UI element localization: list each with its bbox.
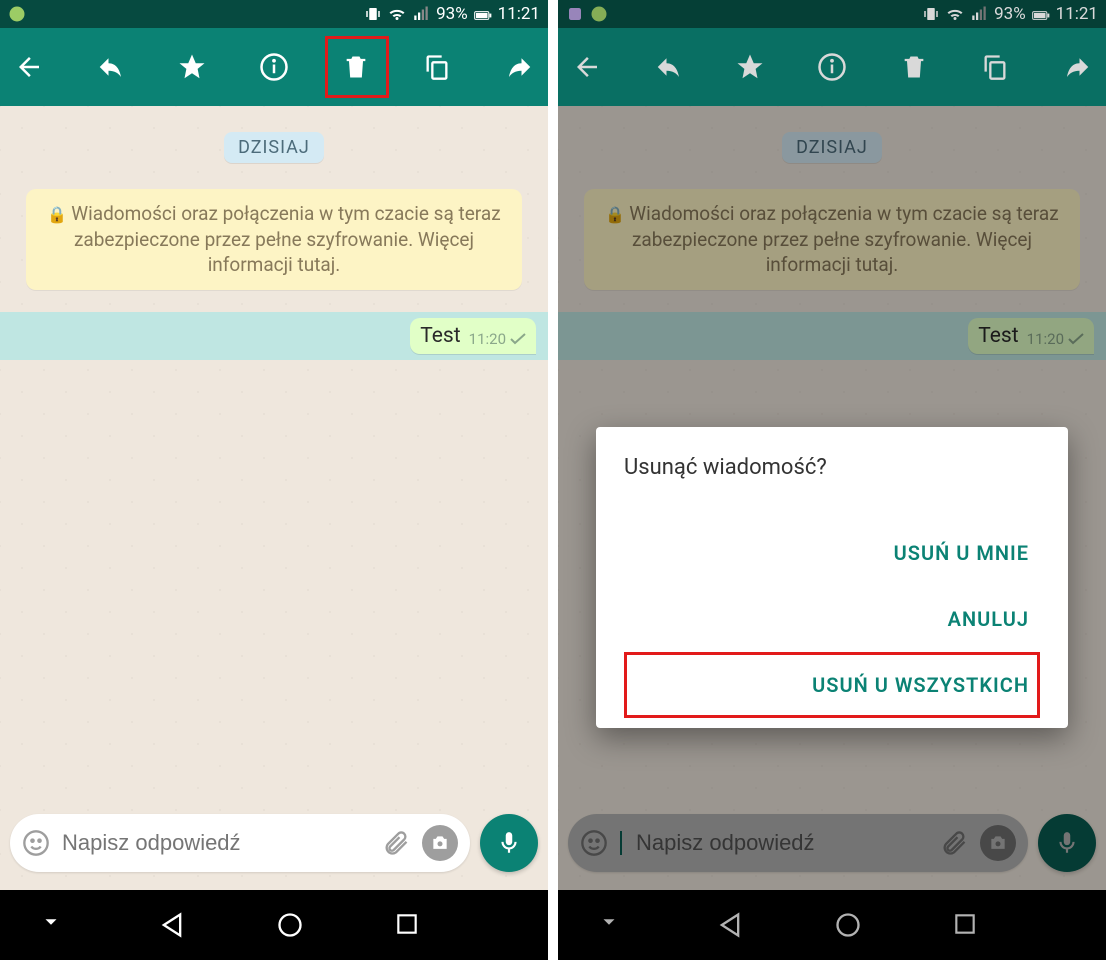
message-bubble: Test 11:20 bbox=[410, 318, 536, 354]
forward-icon[interactable] bbox=[504, 52, 534, 82]
dialog-title: Usunąć wiadomość? bbox=[624, 455, 1040, 480]
camera-icon[interactable] bbox=[422, 825, 458, 861]
copy-icon[interactable] bbox=[980, 52, 1010, 82]
lock-icon: 🔒 bbox=[47, 205, 67, 224]
battery-icon bbox=[474, 5, 492, 23]
chat-area: DZISIAJ 🔒Wiadomości oraz połączenia w ty… bbox=[558, 106, 1106, 890]
message-time: 11:20 bbox=[469, 330, 506, 348]
back-icon[interactable] bbox=[14, 52, 44, 82]
nav-info-icon[interactable] bbox=[598, 911, 626, 939]
nav-bar bbox=[558, 890, 1106, 960]
delete-for-me-button[interactable]: USUŃ U MNIE bbox=[624, 520, 1040, 586]
emoji-icon[interactable] bbox=[22, 829, 50, 857]
delete-icon[interactable] bbox=[341, 52, 371, 82]
info-icon[interactable] bbox=[817, 52, 847, 82]
app-bar bbox=[0, 28, 548, 106]
status-bar: 93% 11:21 bbox=[0, 0, 548, 28]
delete-for-all-button[interactable]: USUŃ U WSZYSTKICH bbox=[624, 652, 1040, 718]
status-bar: 93% 11:21 bbox=[558, 0, 1106, 28]
battery-percent: 93% bbox=[436, 4, 468, 24]
message-input[interactable] bbox=[62, 830, 370, 856]
wifi-icon bbox=[946, 5, 964, 23]
wifi-icon bbox=[388, 5, 406, 23]
delete-dialog: Usunąć wiadomość? USUŃ U MNIE ANULUJ USU… bbox=[596, 427, 1068, 728]
app-pill-icon bbox=[8, 5, 26, 23]
chat-area: DZISIAJ 🔒Wiadomości oraz połączenia w ty… bbox=[0, 106, 548, 890]
back-icon[interactable] bbox=[572, 52, 602, 82]
reply-icon[interactable] bbox=[96, 52, 126, 82]
nav-back-icon[interactable] bbox=[716, 911, 744, 939]
attach-icon[interactable] bbox=[382, 829, 410, 857]
nav-back-icon[interactable] bbox=[158, 911, 186, 939]
signal-icon bbox=[970, 5, 988, 23]
clock-time: 11:21 bbox=[1056, 4, 1098, 24]
star-icon[interactable] bbox=[177, 52, 207, 82]
nav-bar bbox=[0, 890, 548, 960]
clock-time: 11:21 bbox=[498, 4, 540, 24]
cancel-button[interactable]: ANULUJ bbox=[624, 586, 1040, 652]
message-text: Test bbox=[420, 324, 460, 348]
date-chip: DZISIAJ bbox=[224, 132, 324, 163]
input-row bbox=[0, 808, 548, 890]
forward-icon[interactable] bbox=[1062, 52, 1092, 82]
check-icon bbox=[510, 333, 526, 345]
battery-icon bbox=[1032, 5, 1050, 23]
phone-left: 93% 11:21 DZISIAJ bbox=[0, 0, 548, 960]
app-pill-icon bbox=[590, 5, 608, 23]
info-icon[interactable] bbox=[259, 52, 289, 82]
reply-icon[interactable] bbox=[654, 52, 684, 82]
nav-recent-icon[interactable] bbox=[394, 911, 422, 939]
signal-icon bbox=[412, 5, 430, 23]
phone-right: 93% 11:21 DZISIAJ bbox=[558, 0, 1106, 960]
nav-home-icon[interactable] bbox=[834, 911, 862, 939]
copy-icon[interactable] bbox=[422, 52, 452, 82]
delete-icon[interactable] bbox=[899, 52, 929, 82]
app-pill-icon-2 bbox=[566, 5, 584, 23]
mic-button[interactable] bbox=[480, 814, 538, 872]
battery-percent: 93% bbox=[994, 4, 1026, 24]
input-pill[interactable] bbox=[10, 814, 470, 872]
vibrate-icon bbox=[364, 5, 382, 23]
nav-home-icon[interactable] bbox=[276, 911, 304, 939]
app-bar bbox=[558, 28, 1106, 106]
star-icon[interactable] bbox=[735, 52, 765, 82]
nav-recent-icon[interactable] bbox=[952, 911, 980, 939]
message-row[interactable]: Test 11:20 bbox=[0, 312, 548, 360]
vibrate-icon bbox=[922, 5, 940, 23]
nav-info-icon[interactable] bbox=[40, 911, 68, 939]
encryption-notice[interactable]: 🔒Wiadomości oraz połączenia w tym czacie… bbox=[26, 189, 522, 290]
